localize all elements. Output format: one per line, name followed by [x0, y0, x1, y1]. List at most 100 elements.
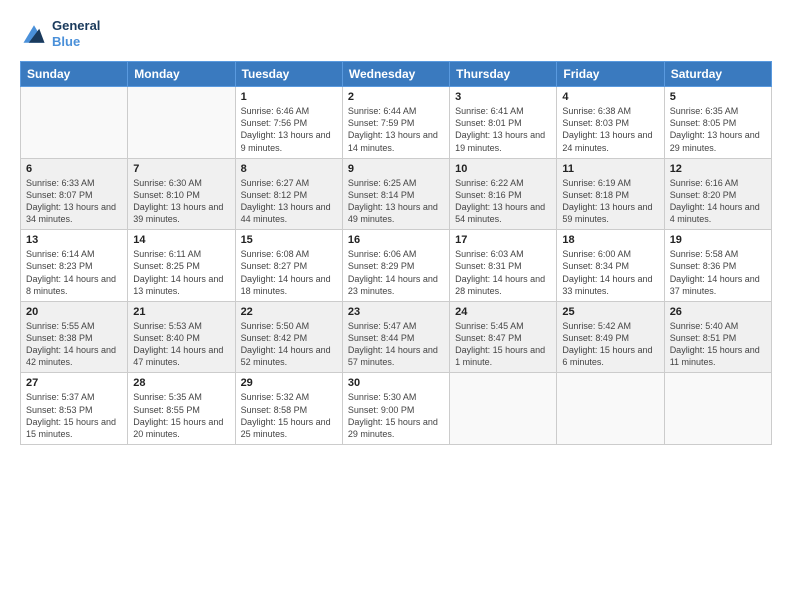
day-info: Sunrise: 6:11 AM Sunset: 8:25 PM Dayligh…	[133, 248, 229, 297]
day-number: 13	[26, 234, 122, 246]
calendar-day-cell: 25 Sunrise: 5:42 AM Sunset: 8:49 PM Dayli…	[557, 301, 664, 373]
calendar-day-cell: 6 Sunrise: 6:33 AM Sunset: 8:07 PM Daylig…	[21, 158, 128, 230]
calendar-day-cell: 11Sunrise: 6:19 AM Sunset: 8:18 PM Dayli…	[557, 158, 664, 230]
day-info: Sunrise: 6:46 AM Sunset: 7:56 PM Dayligh…	[241, 105, 337, 154]
day-info: Sunrise: 6:27 AM Sunset: 8:12 PM Dayligh…	[241, 177, 337, 226]
day-info: Sunrise: 6:38 AM Sunset: 8:03 PM Dayligh…	[562, 105, 658, 154]
day-number: 18	[562, 234, 658, 246]
day-number: 24	[455, 306, 551, 318]
calendar-week-row-5: 27Sunrise: 5:37 AM Sunset: 8:53 PM Dayli…	[21, 373, 772, 445]
day-number: 6	[26, 163, 122, 175]
weekday-header-sunday: Sunday	[21, 62, 128, 87]
calendar-day-cell: 9 Sunrise: 6:25 AM Sunset: 8:14 PM Daylig…	[342, 158, 449, 230]
day-info: Sunrise: 5:30 AM Sunset: 9:00 PM Dayligh…	[348, 391, 444, 440]
calendar-day-cell: 16 Sunrise: 6:06 AM Sunset: 8:29 PM Dayli…	[342, 230, 449, 302]
day-info: Sunrise: 5:42 AM Sunset: 8:49 PM Dayligh…	[562, 320, 658, 369]
day-info: Sunrise: 6:08 AM Sunset: 8:27 PM Dayligh…	[241, 248, 337, 297]
calendar-day-cell: 1 Sunrise: 6:46 AM Sunset: 7:56 PM Daylig…	[235, 87, 342, 159]
day-number: 9	[348, 163, 444, 175]
calendar-day-cell: 17 Sunrise: 6:03 AM Sunset: 8:31 PM Dayli…	[450, 230, 557, 302]
day-info: Sunrise: 6:35 AM Sunset: 8:05 PM Dayligh…	[670, 105, 766, 154]
day-number: 25	[562, 306, 658, 318]
calendar-week-row-1: 1 Sunrise: 6:46 AM Sunset: 7:56 PM Daylig…	[21, 87, 772, 159]
day-info: Sunrise: 6:25 AM Sunset: 8:14 PM Dayligh…	[348, 177, 444, 226]
day-info: Sunrise: 5:58 AM Sunset: 8:36 PM Dayligh…	[670, 248, 766, 297]
calendar-day-cell: 24 Sunrise: 5:45 AM Sunset: 8:47 PM Dayli…	[450, 301, 557, 373]
day-info: Sunrise: 6:22 AM Sunset: 8:16 PM Dayligh…	[455, 177, 551, 226]
day-number: 1	[241, 91, 337, 103]
weekday-header-saturday: Saturday	[664, 62, 771, 87]
day-info: Sunrise: 5:35 AM Sunset: 8:55 PM Dayligh…	[133, 391, 229, 440]
calendar-day-cell	[664, 373, 771, 445]
day-info: Sunrise: 5:37 AM Sunset: 8:53 PM Dayligh…	[26, 391, 122, 440]
calendar-day-cell	[128, 87, 235, 159]
day-number: 2	[348, 91, 444, 103]
day-number: 26	[670, 306, 766, 318]
weekday-header-friday: Friday	[557, 62, 664, 87]
day-info: Sunrise: 5:32 AM Sunset: 8:58 PM Dayligh…	[241, 391, 337, 440]
calendar-day-cell: 26 Sunrise: 5:40 AM Sunset: 8:51 PM Dayli…	[664, 301, 771, 373]
day-number: 8	[241, 163, 337, 175]
day-number: 3	[455, 91, 551, 103]
calendar-day-cell	[450, 373, 557, 445]
calendar-day-cell: 4 Sunrise: 6:38 AM Sunset: 8:03 PM Daylig…	[557, 87, 664, 159]
day-number: 30	[348, 377, 444, 389]
weekday-header-wednesday: Wednesday	[342, 62, 449, 87]
calendar-day-cell: 21Sunrise: 5:53 AM Sunset: 8:40 PM Dayli…	[128, 301, 235, 373]
weekday-header-thursday: Thursday	[450, 62, 557, 87]
calendar-day-cell: 5 Sunrise: 6:35 AM Sunset: 8:05 PM Daylig…	[664, 87, 771, 159]
day-info: Sunrise: 6:06 AM Sunset: 8:29 PM Dayligh…	[348, 248, 444, 297]
calendar-table: SundayMondayTuesdayWednesdayThursdayFrid…	[20, 61, 772, 445]
day-info: Sunrise: 5:40 AM Sunset: 8:51 PM Dayligh…	[670, 320, 766, 369]
day-info: Sunrise: 5:55 AM Sunset: 8:38 PM Dayligh…	[26, 320, 122, 369]
calendar-day-cell: 12Sunrise: 6:16 AM Sunset: 8:20 PM Dayli…	[664, 158, 771, 230]
calendar-day-cell: 18 Sunrise: 6:00 AM Sunset: 8:34 PM Dayli…	[557, 230, 664, 302]
calendar-day-cell	[557, 373, 664, 445]
calendar-day-cell: 28Sunrise: 5:35 AM Sunset: 8:55 PM Dayli…	[128, 373, 235, 445]
day-number: 5	[670, 91, 766, 103]
calendar-day-cell: 7Sunrise: 6:30 AM Sunset: 8:10 PM Daylig…	[128, 158, 235, 230]
calendar-day-cell: 2 Sunrise: 6:44 AM Sunset: 7:59 PM Daylig…	[342, 87, 449, 159]
header: General Blue	[20, 18, 772, 49]
calendar-day-cell: 22Sunrise: 5:50 AM Sunset: 8:42 PM Dayli…	[235, 301, 342, 373]
day-info: Sunrise: 6:00 AM Sunset: 8:34 PM Dayligh…	[562, 248, 658, 297]
calendar-week-row-2: 6 Sunrise: 6:33 AM Sunset: 8:07 PM Daylig…	[21, 158, 772, 230]
weekday-header-row: SundayMondayTuesdayWednesdayThursdayFrid…	[21, 62, 772, 87]
day-info: Sunrise: 5:47 AM Sunset: 8:44 PM Dayligh…	[348, 320, 444, 369]
logo: General Blue	[20, 18, 100, 49]
day-number: 23	[348, 306, 444, 318]
day-number: 22	[241, 306, 337, 318]
calendar-day-cell: 13Sunrise: 6:14 AM Sunset: 8:23 PM Dayli…	[21, 230, 128, 302]
calendar-day-cell: 29 Sunrise: 5:32 AM Sunset: 8:58 PM Dayli…	[235, 373, 342, 445]
day-number: 10	[455, 163, 551, 175]
day-number: 17	[455, 234, 551, 246]
day-number: 4	[562, 91, 658, 103]
day-number: 29	[241, 377, 337, 389]
day-number: 7	[133, 163, 229, 175]
calendar-week-row-3: 13Sunrise: 6:14 AM Sunset: 8:23 PM Dayli…	[21, 230, 772, 302]
day-info: Sunrise: 6:44 AM Sunset: 7:59 PM Dayligh…	[348, 105, 444, 154]
calendar-day-cell: 15 Sunrise: 6:08 AM Sunset: 8:27 PM Dayli…	[235, 230, 342, 302]
day-info: Sunrise: 6:03 AM Sunset: 8:31 PM Dayligh…	[455, 248, 551, 297]
logo-text: General Blue	[52, 18, 100, 49]
day-number: 16	[348, 234, 444, 246]
day-number: 19	[670, 234, 766, 246]
logo-icon	[20, 20, 48, 48]
day-number: 12	[670, 163, 766, 175]
day-info: Sunrise: 6:33 AM Sunset: 8:07 PM Dayligh…	[26, 177, 122, 226]
calendar-day-cell: 14 Sunrise: 6:11 AM Sunset: 8:25 PM Dayli…	[128, 230, 235, 302]
calendar-day-cell: 20 Sunrise: 5:55 AM Sunset: 8:38 PM Dayli…	[21, 301, 128, 373]
day-info: Sunrise: 5:45 AM Sunset: 8:47 PM Dayligh…	[455, 320, 551, 369]
weekday-header-monday: Monday	[128, 62, 235, 87]
calendar-day-cell: 10 Sunrise: 6:22 AM Sunset: 8:16 PM Dayli…	[450, 158, 557, 230]
day-number: 14	[133, 234, 229, 246]
day-number: 15	[241, 234, 337, 246]
day-number: 21	[133, 306, 229, 318]
weekday-header-tuesday: Tuesday	[235, 62, 342, 87]
calendar-day-cell: 27Sunrise: 5:37 AM Sunset: 8:53 PM Dayli…	[21, 373, 128, 445]
day-info: Sunrise: 6:19 AM Sunset: 8:18 PM Dayligh…	[562, 177, 658, 226]
calendar-day-cell: 19 Sunrise: 5:58 AM Sunset: 8:36 PM Dayli…	[664, 230, 771, 302]
calendar-day-cell: 23 Sunrise: 5:47 AM Sunset: 8:44 PM Dayli…	[342, 301, 449, 373]
calendar-day-cell: 30 Sunrise: 5:30 AM Sunset: 9:00 PM Dayli…	[342, 373, 449, 445]
day-number: 20	[26, 306, 122, 318]
